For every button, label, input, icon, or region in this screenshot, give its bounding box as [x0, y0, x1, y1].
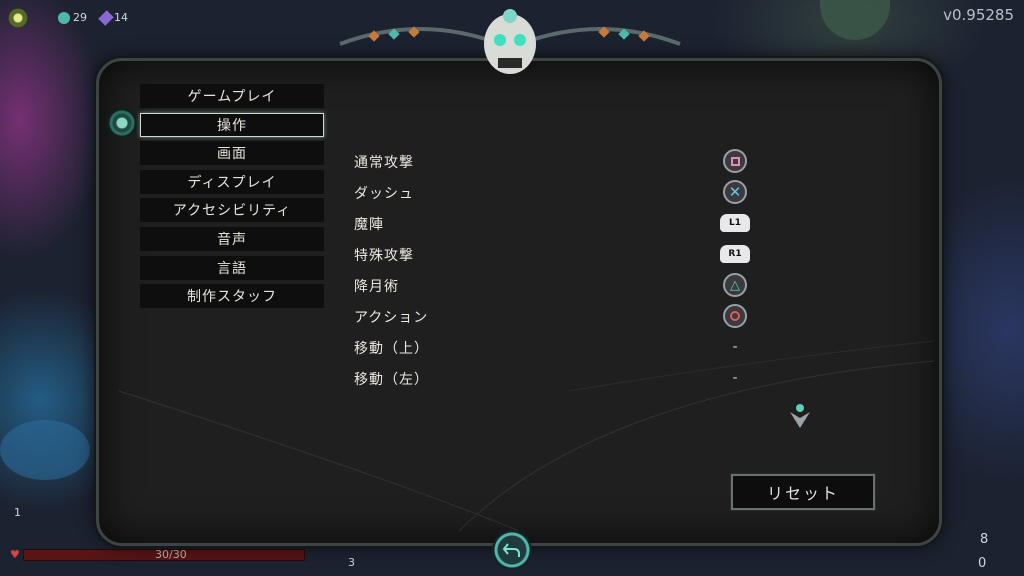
menu-item-label: ゲームプレイ	[187, 89, 277, 105]
reset-button[interactable]: リセット	[730, 473, 876, 511]
unbound-value: -	[732, 370, 738, 386]
hud-health: ♥ 30/30	[10, 548, 340, 561]
control-label: 特殊攻撃	[354, 248, 414, 264]
control-label: 通常攻撃	[354, 155, 414, 171]
menu-item-label: 言語	[217, 260, 247, 277]
menu-item-label: 制作スタッフ	[187, 289, 277, 306]
control-row-interact[interactable]: アクション	[354, 304, 774, 328]
control-row-attack[interactable]: 通常攻撃	[354, 149, 774, 173]
menu-item-gameplay[interactable]: ゲームプレイ	[140, 84, 324, 108]
unbound-value: -	[732, 339, 738, 355]
control-label: 降月術	[354, 279, 399, 295]
moon-icon	[8, 8, 28, 28]
control-label: アクション	[354, 310, 429, 326]
menu-item-screen[interactable]: 画面	[140, 141, 324, 166]
menu-item-language[interactable]: 言語	[140, 255, 324, 280]
heart-icon: ♥	[10, 548, 20, 561]
menu-item-accessibility[interactable]: アクセシビリティ	[140, 198, 324, 223]
scroll-down-indicator-icon	[790, 404, 810, 428]
hud-bottom-right-b: 0	[978, 556, 987, 571]
hud-bottom-right-a: 8	[980, 532, 989, 547]
control-row-dash[interactable]: ダッシュ ✕	[354, 180, 774, 204]
control-label: 移動（左）	[354, 372, 429, 388]
currency-a-count: 29	[73, 11, 87, 24]
menu-item-display[interactable]: ディスプレイ	[140, 169, 324, 194]
currency-b-count: 14	[114, 11, 128, 24]
menu-item-audio[interactable]: 音声	[140, 226, 324, 251]
menu-item-label: 操作	[217, 117, 247, 134]
hud-small-count: 3	[348, 556, 355, 569]
control-row-special[interactable]: 特殊攻撃 R1	[354, 244, 774, 266]
settings-category-menu: ゲームプレイ 操作 画面 ディスプレイ アクセシビリティ 音声 言語 制作スタッ…	[140, 84, 324, 313]
gem-icon	[57, 12, 70, 24]
control-row-cast[interactable]: 魔陣 L1	[354, 213, 774, 235]
hud-level: 1	[14, 506, 21, 519]
health-value: 30/30	[155, 548, 187, 561]
skull-crest-icon	[339, 9, 681, 74]
circle-button-icon	[723, 304, 747, 328]
version-label: v0.95285	[943, 6, 1014, 24]
menu-item-controls[interactable]: 操作	[140, 112, 324, 137]
back-button[interactable]	[492, 530, 532, 570]
back-arrow-icon	[502, 543, 520, 557]
control-row-move-up[interactable]: 移動（上） -	[354, 337, 774, 359]
menu-item-label: ディスプレイ	[187, 174, 277, 191]
l1-button-icon: L1	[720, 214, 750, 232]
triangle-button-icon: △	[723, 273, 747, 297]
r1-button-icon: R1	[720, 245, 750, 263]
control-label: 魔陣	[354, 217, 384, 233]
control-row-move-left[interactable]: 移動（左） -	[354, 368, 774, 390]
control-row-hex[interactable]: 降月術 △	[354, 273, 774, 297]
square-button-icon	[723, 149, 747, 173]
control-label: ダッシュ	[354, 186, 414, 202]
menu-cursor-icon	[107, 108, 137, 138]
menu-item-label: 画面	[217, 146, 247, 163]
hud-top-left: 29 14	[8, 8, 128, 28]
menu-item-label: アクセシビリティ	[172, 203, 292, 220]
cross-button-icon: ✕	[723, 180, 747, 204]
menu-item-label: 音声	[217, 231, 247, 248]
menu-item-credits[interactable]: 制作スタッフ	[140, 284, 324, 309]
control-label: 移動（上）	[354, 341, 429, 357]
crystal-icon	[97, 10, 114, 26]
